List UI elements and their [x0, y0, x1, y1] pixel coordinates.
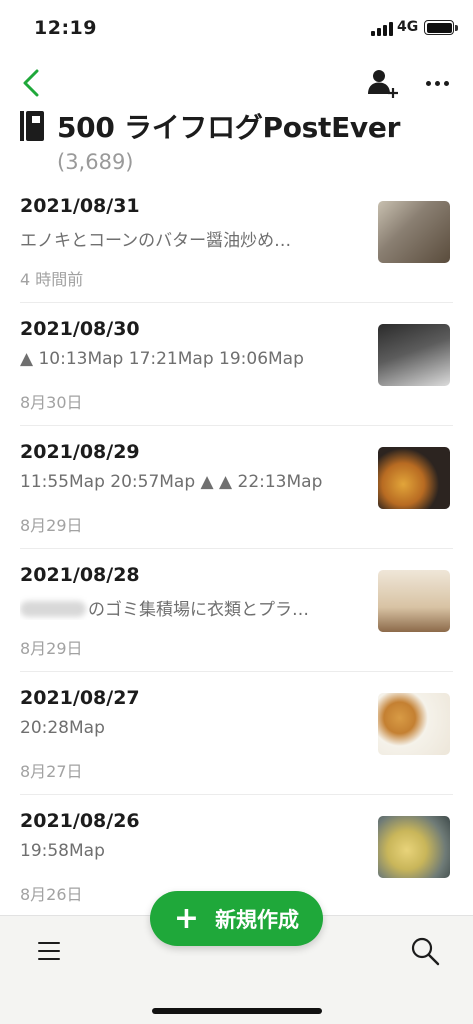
note-list-item[interactable]: 2021/08/27 20:28Map 8月27日 — [20, 672, 453, 795]
note-thumbnail — [378, 570, 450, 632]
note-thumbnail — [378, 201, 450, 263]
share-notebook-button[interactable] — [366, 66, 400, 100]
note-title: 2021/08/30 — [20, 318, 140, 340]
new-note-label: 新規作成 — [215, 907, 300, 932]
network-type: 4G — [397, 19, 419, 35]
note-snippet: エノキとコーンのバター醤油炒め… — [20, 231, 292, 251]
notebook-header: 500 ライフログPostEver (3,689) — [20, 104, 460, 184]
battery-tip — [455, 25, 458, 31]
add-user-icon — [368, 70, 398, 98]
note-title: 2021/08/26 — [20, 810, 140, 832]
note-title: 2021/08/31 — [20, 195, 140, 217]
redacted-text — [20, 601, 86, 617]
note-thumbnail — [378, 324, 450, 386]
note-date: 8月29日 — [20, 639, 83, 658]
note-snippet-container: のゴミ集積場に衣類とプラ… — [20, 595, 365, 620]
notebook-icon — [20, 111, 44, 141]
note-title: 2021/08/28 — [20, 564, 140, 586]
plus-icon: + — [173, 900, 200, 936]
notebook-note-count: (3,689) — [57, 150, 134, 174]
search-icon — [411, 937, 440, 966]
notes-list: 2021/08/31 エノキとコーンのバター醤油炒め… 4 時間前 2021/0… — [0, 180, 473, 918]
note-thumbnail — [378, 816, 450, 878]
status-bar: 12:19 4G — [0, 0, 473, 56]
status-time: 12:19 — [34, 17, 97, 39]
note-date: 8月30日 — [20, 393, 83, 412]
note-snippet: 19:58Map — [20, 841, 105, 861]
note-title: 2021/08/27 — [20, 687, 140, 709]
battery-icon — [424, 20, 454, 35]
note-date: 8月27日 — [20, 762, 83, 781]
note-list-item[interactable]: 2021/08/31 エノキとコーンのバター醤油炒め… 4 時間前 — [20, 180, 453, 303]
menu-button[interactable] — [36, 938, 64, 964]
note-snippet: 20:28Map — [20, 718, 105, 738]
note-date: 4 時間前 — [20, 270, 84, 289]
search-button[interactable] — [408, 934, 442, 968]
notebook-title: 500 ライフログPostEver — [57, 111, 401, 144]
chevron-left-icon — [23, 69, 39, 97]
note-date: 8月29日 — [20, 516, 83, 535]
home-indicator — [152, 1008, 322, 1014]
note-list-item[interactable]: 2021/08/28 のゴミ集積場に衣類とプラ… 8月29日 — [20, 549, 453, 672]
more-horizontal-icon — [425, 80, 449, 86]
note-snippet: ▲ 10:13Map 17:21Map 19:06Map — [20, 349, 304, 369]
note-snippet: のゴミ集積場に衣類とプラ… — [88, 600, 309, 620]
new-note-button[interactable]: + 新規作成 — [150, 891, 323, 946]
note-list-item[interactable]: 2021/08/30 ▲ 10:13Map 17:21Map 19:06Map … — [20, 303, 453, 426]
note-date: 8月26日 — [20, 885, 83, 904]
note-title: 2021/08/29 — [20, 441, 140, 463]
more-options-button[interactable] — [420, 66, 454, 100]
note-thumbnail — [378, 693, 450, 755]
note-list-item[interactable]: 2021/08/29 11:55Map 20:57Map ▲ ▲ 22:13Ma… — [20, 426, 453, 549]
note-snippet: 11:55Map 20:57Map ▲ ▲ 22:13Map — [20, 472, 323, 492]
back-button[interactable] — [14, 64, 48, 102]
note-thumbnail — [378, 447, 450, 509]
cellular-signal-icon — [371, 22, 393, 36]
